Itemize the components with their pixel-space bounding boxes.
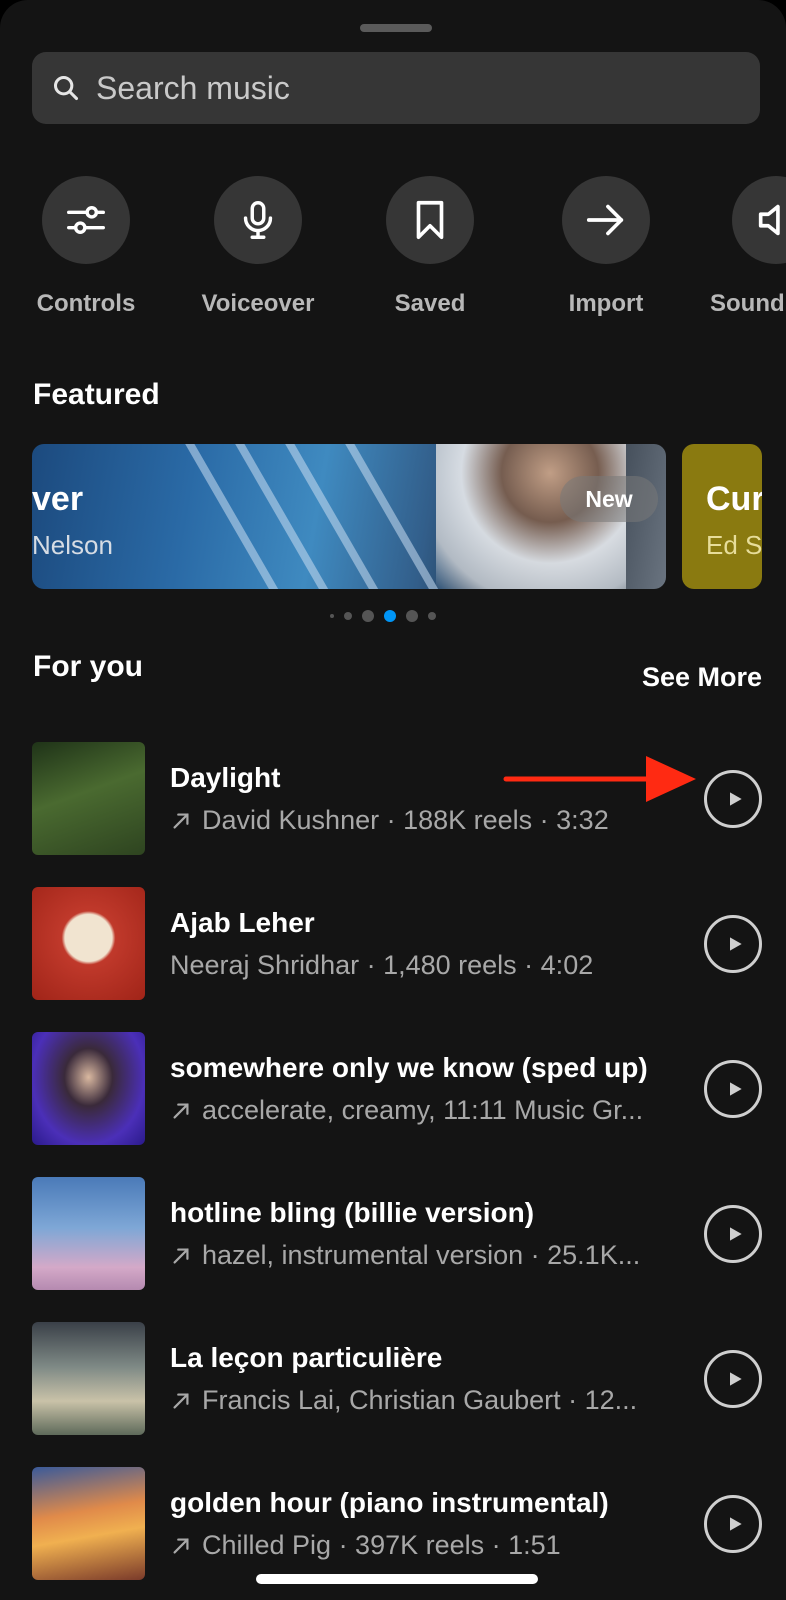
- track-row[interactable]: hotline bling (billie version) hazel, in…: [32, 1177, 762, 1290]
- quick-actions-row: Controls Voiceover Saved Import Sound: [0, 176, 786, 326]
- trending-arrow-icon: [173, 812, 189, 829]
- bookmark-icon: [416, 200, 444, 240]
- play-button[interactable]: [704, 1060, 762, 1118]
- album-art: [32, 1322, 145, 1435]
- import-circle[interactable]: [562, 176, 650, 264]
- play-icon: [729, 1227, 742, 1241]
- track-title: Ajab Leher: [170, 907, 315, 938]
- track-row[interactable]: golden hour (piano instrumental) Chilled…: [32, 1467, 762, 1580]
- carousel-pager: [330, 609, 446, 623]
- trending-arrow-icon: [173, 1102, 189, 1119]
- banner-title: Cur: [706, 480, 762, 518]
- sound-circle[interactable]: [732, 176, 786, 264]
- banner-artist: Nelson: [32, 530, 113, 560]
- guitar-string: [277, 444, 395, 589]
- music-picker-sheet: Controls Voiceover Saved: [0, 0, 786, 1600]
- album-art: [32, 1032, 145, 1145]
- play-icon: [729, 1517, 742, 1531]
- track-meta: hazel, instrumental version · 25.1K...: [170, 1240, 700, 1271]
- featured-heading: Featured: [33, 378, 160, 411]
- play-button[interactable]: [704, 1495, 762, 1553]
- track-title: somewhere only we know (sped up): [170, 1052, 648, 1083]
- album-art: [32, 1177, 145, 1290]
- album-art: [32, 742, 145, 855]
- track-title: Daylight: [170, 762, 281, 793]
- search-input[interactable]: [96, 69, 760, 107]
- speaker-icon: [758, 204, 780, 236]
- pager-dot: [344, 612, 352, 620]
- play-icon: [729, 792, 742, 806]
- voiceover-circle[interactable]: [214, 176, 302, 264]
- for-you-heading: For you: [33, 650, 143, 683]
- voiceover-label: Voiceover: [201, 290, 315, 317]
- pager-dot: [330, 614, 334, 618]
- track-meta-text: Chilled Pig · 397K reels · 1:51: [202, 1530, 561, 1560]
- pager-dot-active: [384, 610, 396, 622]
- pager-dot: [362, 610, 374, 622]
- import-button[interactable]: Import: [516, 176, 696, 318]
- play-icon: [729, 1372, 742, 1386]
- play-button[interactable]: [704, 1205, 762, 1263]
- track-meta-text: Neeraj Shridhar · 1,480 reels · 4:02: [170, 950, 594, 980]
- saved-button[interactable]: Saved: [340, 176, 520, 318]
- controls-label: Controls: [36, 290, 136, 317]
- home-indicator: [256, 1574, 538, 1584]
- album-art: [32, 887, 145, 1000]
- play-button[interactable]: [704, 770, 762, 828]
- featured-banner[interactable]: ver Nelson New: [32, 444, 666, 589]
- saved-label: Saved: [394, 290, 466, 317]
- track-meta: accelerate, creamy, 11:11 Music Gr...: [170, 1095, 700, 1126]
- track-meta-text: accelerate, creamy, 11:11 Music Gr...: [202, 1095, 644, 1125]
- pager-dot: [406, 610, 418, 622]
- import-label: Import: [568, 290, 644, 317]
- track-title: golden hour (piano instrumental): [170, 1487, 609, 1518]
- play-button[interactable]: [704, 1350, 762, 1408]
- track-meta-text: hazel, instrumental version · 25.1K...: [202, 1240, 641, 1270]
- track-meta: Neeraj Shridhar · 1,480 reels · 4:02: [170, 950, 700, 981]
- banner-title: ver: [32, 480, 84, 518]
- search-icon: [53, 75, 79, 101]
- sheet-grabber[interactable]: [360, 24, 432, 32]
- see-more-link[interactable]: See More: [642, 662, 762, 693]
- trending-arrow-icon: [173, 1247, 189, 1264]
- play-icon: [729, 937, 742, 951]
- new-badge: New: [560, 476, 658, 522]
- track-meta: Chilled Pig · 397K reels · 1:51: [170, 1530, 700, 1561]
- search-bar[interactable]: [32, 52, 760, 124]
- controls-button[interactable]: Controls: [0, 176, 176, 318]
- track-row[interactable]: Ajab Leher Neeraj Shridhar · 1,480 reels…: [32, 887, 762, 1000]
- track-row[interactable]: somewhere only we know (sped up) acceler…: [32, 1032, 762, 1145]
- trending-arrow-icon: [173, 1537, 189, 1554]
- track-title: La leçon particulière: [170, 1342, 443, 1373]
- annotation-arrow-icon: [503, 756, 696, 802]
- pager-dot: [428, 612, 436, 620]
- saved-circle[interactable]: [386, 176, 474, 264]
- album-art: [32, 1467, 145, 1580]
- voiceover-button[interactable]: Voiceover: [168, 176, 348, 318]
- sliders-icon: [67, 206, 105, 234]
- track-meta: Francis Lai, Christian Gaubert · 12...: [170, 1385, 700, 1416]
- track-title: hotline bling (billie version): [170, 1197, 535, 1228]
- play-button[interactable]: [704, 915, 762, 973]
- banner-artist: Ed S: [706, 530, 762, 560]
- play-icon: [729, 1082, 742, 1096]
- track-row[interactable]: La leçon particulière Francis Lai, Chris…: [32, 1322, 762, 1435]
- trending-arrow-icon: [173, 1392, 189, 1409]
- arrow-right-icon: [586, 204, 624, 236]
- controls-circle[interactable]: [42, 176, 130, 264]
- track-meta-text: David Kushner · 188K reels · 3:32: [202, 805, 609, 835]
- microphone-icon: [243, 201, 273, 239]
- track-meta: David Kushner · 188K reels · 3:32: [170, 805, 700, 836]
- sound-button[interactable]: Sound: [692, 176, 786, 318]
- track-meta-text: Francis Lai, Christian Gaubert · 12...: [202, 1385, 638, 1415]
- featured-banner-next[interactable]: Cur Ed S: [682, 444, 762, 589]
- sound-label: Sound: [710, 290, 785, 317]
